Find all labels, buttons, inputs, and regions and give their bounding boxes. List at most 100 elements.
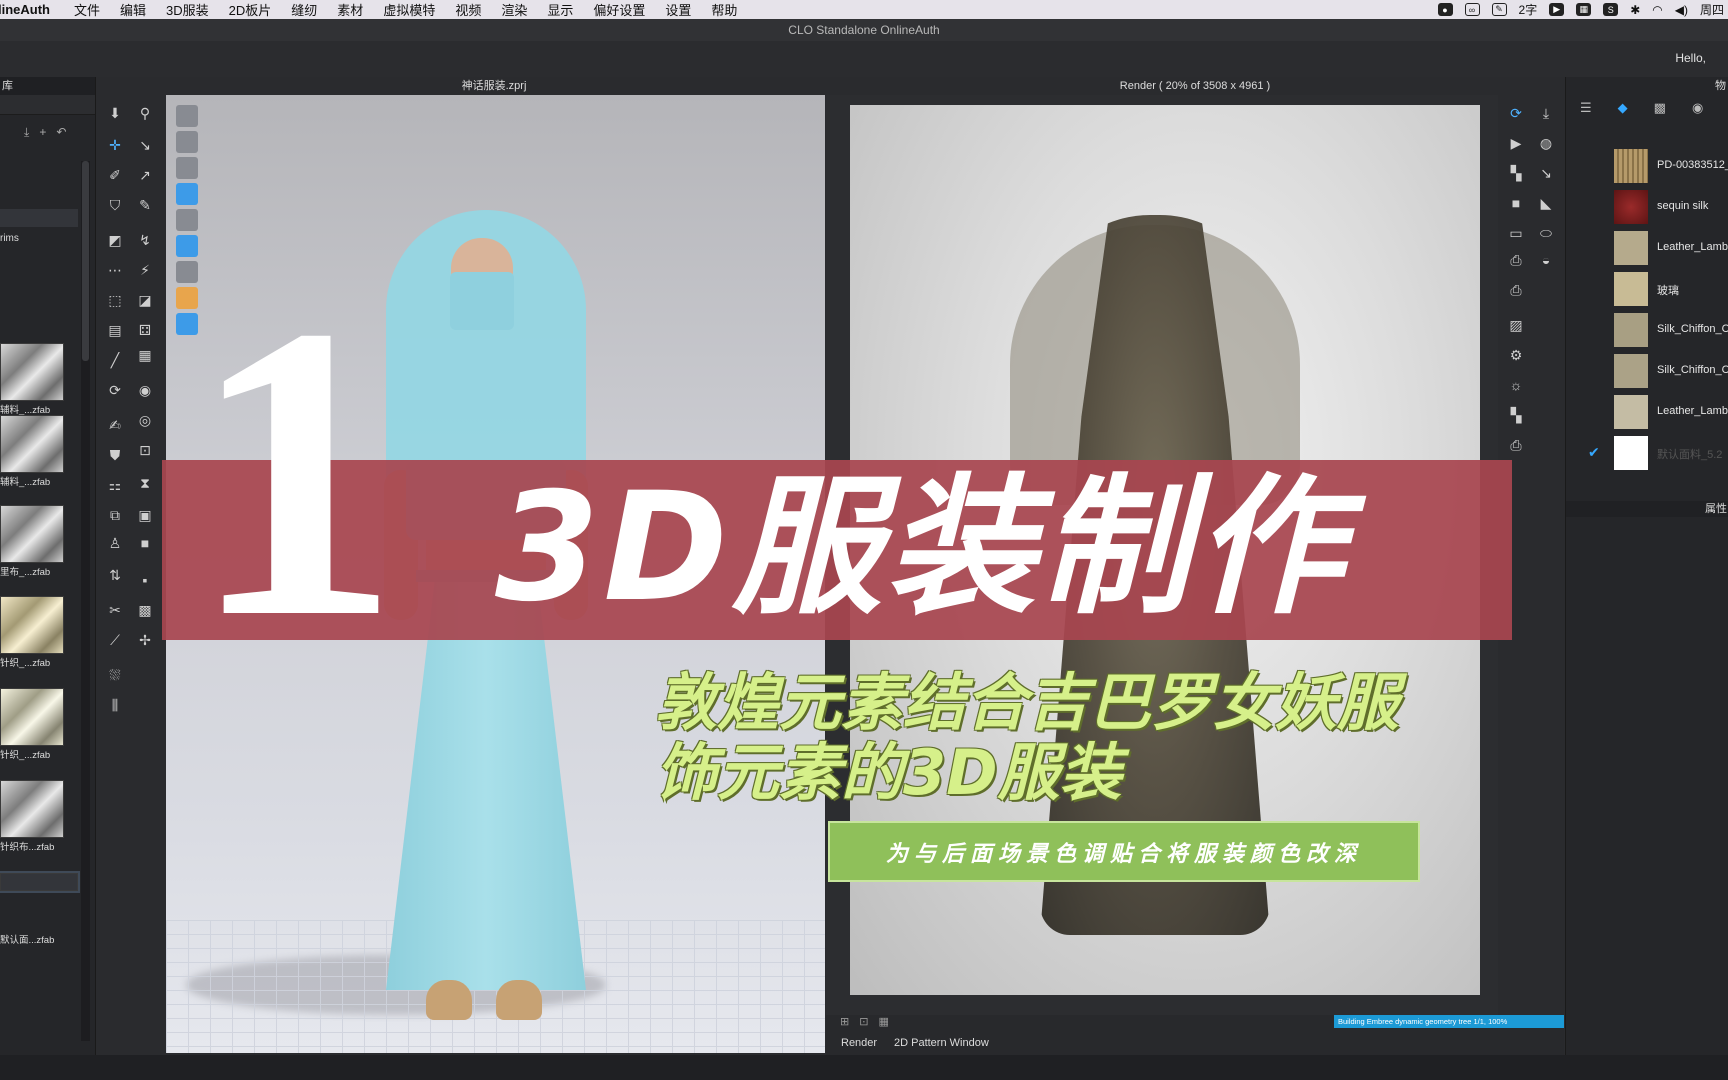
list-icon[interactable]: ☰	[1580, 100, 1592, 116]
checker-icon[interactable]: ▦	[135, 345, 155, 365]
download-icon[interactable]: ⤓	[24, 125, 29, 140]
fabric-item[interactable]: 玻璃	[1566, 268, 1728, 309]
measure-tape-icon[interactable]: ⇅	[105, 565, 125, 585]
render-stop-icon[interactable]: ■	[1506, 193, 1526, 213]
render-refresh-icon[interactable]: ⟳	[1506, 103, 1526, 123]
menu-materials[interactable]: 素材	[327, 0, 373, 19]
hanger-icon[interactable]: ⫼	[105, 695, 125, 715]
wifi-icon[interactable]: ◠	[1652, 3, 1662, 17]
overlay-icon[interactable]: ⛆	[105, 665, 125, 685]
tack-icon[interactable]: ↘	[135, 135, 155, 155]
rotate-icon[interactable]: ⟳	[105, 380, 125, 400]
fabric-item[interactable]: Silk_Chiffon_Co	[1566, 350, 1728, 391]
fitting-icon[interactable]: ⬚	[105, 290, 125, 310]
texture-icon[interactable]: ◪	[135, 290, 155, 310]
creative-cloud-icon[interactable]: ∞	[1464, 3, 1480, 16]
gradient-icon[interactable]: ▩	[135, 600, 155, 620]
render-clapper-icon[interactable]: ▚	[1506, 163, 1526, 183]
library-scrollbar[interactable]	[81, 161, 90, 1041]
render-disk-icon[interactable]: ⬭	[1536, 223, 1556, 243]
lock-icon[interactable]: ⊡	[135, 440, 155, 460]
garment-icon[interactable]: ⛉	[105, 195, 125, 215]
library-thumb-6[interactable]	[0, 780, 64, 838]
zipper-icon[interactable]: ⧗	[135, 473, 155, 493]
line-icon[interactable]: ╱	[105, 350, 125, 370]
draw-icon[interactable]: ✎	[1491, 3, 1507, 16]
menu-settings[interactable]: 设置	[655, 0, 701, 19]
menu-sewing[interactable]: 缝纫	[281, 0, 327, 19]
render-image-icon[interactable]: ▨	[1506, 315, 1526, 335]
menu-display[interactable]: 显示	[537, 0, 583, 19]
render-sun-icon[interactable]: ☼	[1506, 375, 1526, 395]
render-cam3-icon[interactable]: ⎙	[1506, 435, 1526, 455]
menu-edit[interactable]: 编辑	[110, 0, 156, 19]
ime-indicator[interactable]: 2字	[1519, 1, 1538, 18]
library-thumb-4[interactable]	[0, 596, 64, 654]
zoom-100-icon[interactable]: ⊞	[840, 1015, 849, 1028]
render-dome-icon[interactable]: ◒	[1536, 250, 1556, 270]
library-thumb-2[interactable]	[0, 415, 64, 473]
add-icon[interactable]: +	[39, 125, 46, 140]
image-icon[interactable]: ▤	[105, 320, 125, 340]
menu-video[interactable]: 视频	[445, 0, 491, 19]
button-icon[interactable]: ◉	[135, 380, 155, 400]
view-garment-icon[interactable]	[176, 105, 198, 127]
grid-small-icon[interactable]: ▪	[135, 570, 155, 590]
library-thumb-1[interactable]	[0, 343, 64, 401]
menu-2d-pattern[interactable]: 2D板片	[219, 0, 282, 19]
texture-tab-icon[interactable]: ▩	[1654, 100, 1666, 116]
render-frame-icon[interactable]: ▭	[1506, 223, 1526, 243]
library-selected-row[interactable]	[0, 209, 78, 227]
sync-icon[interactable]: S	[1603, 3, 1619, 16]
library-folder-label[interactable]: rims	[0, 233, 19, 244]
shirt-icon[interactable]: ⛊	[105, 445, 125, 465]
property-editor-header[interactable]: 属性	[1566, 501, 1728, 517]
render-window-tab[interactable]: Render ( 20% of 3508 x 4961 )	[826, 77, 1564, 95]
library-thumb-7[interactable]	[0, 871, 80, 893]
fabric-tab-icon[interactable]: ◆	[1618, 100, 1628, 116]
render-sphere-icon[interactable]: ◍	[1536, 133, 1556, 153]
render-light-icon[interactable]: ↘	[1536, 163, 1556, 183]
measure-icon[interactable]: ↯	[135, 230, 155, 250]
fabric-item[interactable]: ✔ 默认面料_5.2	[1566, 432, 1728, 473]
grid-view-icon[interactable]: ▦	[878, 1015, 888, 1028]
menu-preferences[interactable]: 偏好设置	[583, 0, 655, 19]
fabric-item[interactable]: Leather_Lambs	[1566, 391, 1728, 432]
fabric-item[interactable]: sequin silk	[1566, 186, 1728, 227]
ruler-icon[interactable]: ⟋	[105, 630, 125, 650]
fold-icon[interactable]: ◩	[105, 230, 125, 250]
brush-icon[interactable]: ✎	[135, 195, 155, 215]
bluetooth-icon[interactable]: ✱	[1630, 3, 1640, 17]
render-download-icon[interactable]: ⤓	[1536, 103, 1556, 123]
fit-icon[interactable]: ⊡	[859, 1015, 868, 1028]
scrollbar-thumb[interactable]	[82, 161, 89, 361]
library-thumb-5[interactable]	[0, 688, 64, 746]
fabric-item[interactable]: Silk_Chiffon_Co	[1566, 309, 1728, 350]
move-icon[interactable]: ✛	[105, 135, 125, 155]
trim-icon[interactable]: ⧉	[105, 505, 125, 525]
library-thumb-3[interactable]	[0, 505, 64, 563]
zip-icon[interactable]: ⚡	[135, 260, 155, 280]
render-spot-icon[interactable]: ◣	[1536, 193, 1556, 213]
scissors-icon[interactable]: ✂	[105, 600, 125, 620]
view-person-icon[interactable]	[176, 209, 198, 231]
layer-icon[interactable]: ▣	[135, 505, 155, 525]
app-name[interactable]: lineAuth	[0, 2, 64, 17]
render-play-icon[interactable]: ▶	[1506, 133, 1526, 153]
render-clip-icon[interactable]: ▚	[1506, 405, 1526, 425]
tab-2d-pattern-window[interactable]: 2D Pattern Window	[894, 1037, 989, 1049]
view-shirt-icon[interactable]	[176, 131, 198, 153]
record-icon[interactable]: ●	[1437, 3, 1453, 16]
fabric-item[interactable]: Leather_Lambs	[1566, 227, 1728, 268]
back-icon[interactable]: ↶	[56, 125, 66, 140]
pen-icon[interactable]: ✐	[105, 165, 125, 185]
edit-icon[interactable]: ✍	[105, 415, 125, 435]
menu-help[interactable]: 帮助	[701, 0, 747, 19]
snap-icon[interactable]: ◎	[135, 410, 155, 430]
render-settings-icon[interactable]: ⚙	[1506, 345, 1526, 365]
tab-render[interactable]: Render	[841, 1037, 877, 1049]
volume-icon[interactable]: ◀)	[1675, 3, 1688, 17]
pattern-icon[interactable]: ⚃	[135, 320, 155, 340]
app-switch-icon[interactable]: ▶	[1549, 3, 1565, 16]
select-icon[interactable]: ⬇	[105, 103, 125, 123]
